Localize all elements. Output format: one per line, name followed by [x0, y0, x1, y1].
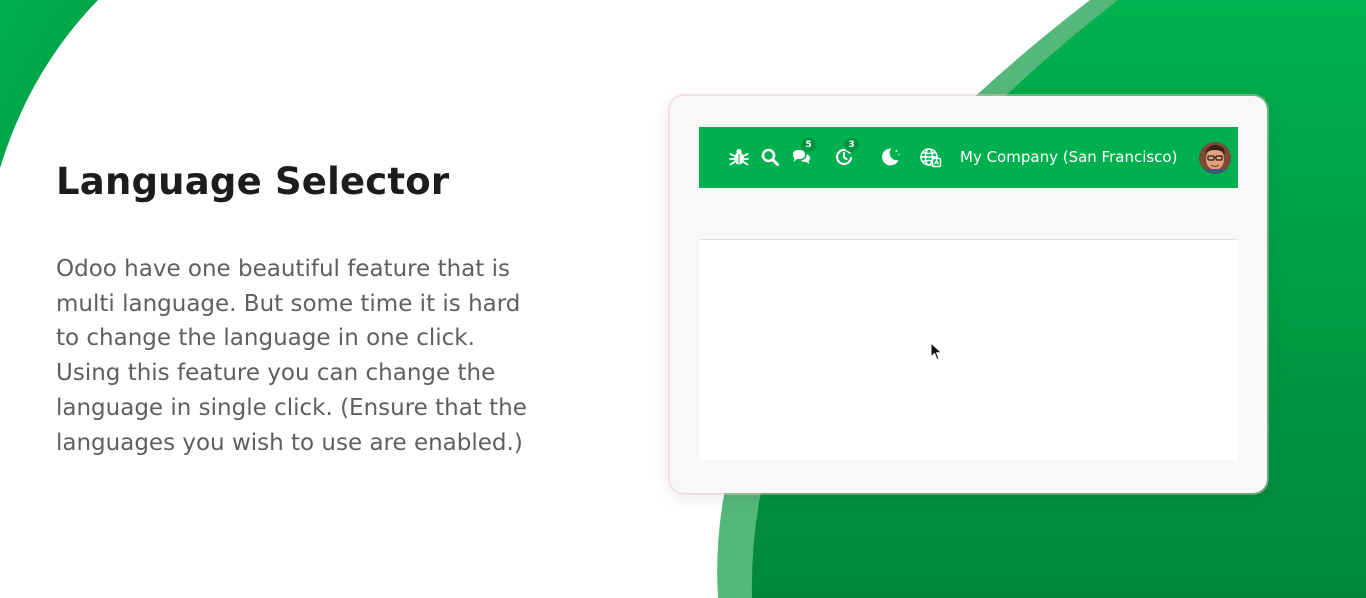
mouse-pointer-icon: [930, 342, 943, 361]
bug-icon: [729, 148, 749, 166]
avatar-image: [1199, 142, 1231, 174]
description-line: languages you wish to use are enabled.): [56, 429, 523, 456]
page-title: Language Selector: [56, 160, 450, 203]
control-panel: [699, 188, 1238, 240]
language-globe-icon: [920, 148, 942, 168]
search-button[interactable]: [758, 145, 782, 169]
description-line: language in single click. (Ensure that t…: [56, 394, 527, 421]
odoo-navbar: 5 3 My Company (San Francisco): [699, 127, 1238, 188]
dark-mode-toggle[interactable]: [878, 145, 902, 169]
description-line: Odoo have one beautiful feature that is: [56, 256, 510, 282]
language-selector-button[interactable]: [918, 145, 942, 169]
promo-slide: Language Selector Odoo have one beautifu…: [0, 0, 1366, 598]
description-line: Using this feature you can change the: [56, 360, 496, 387]
main-content: [699, 240, 1238, 460]
description-line: to change the language in one click.: [56, 325, 475, 352]
search-icon: [761, 148, 779, 166]
description-line: multi language. But some time it is hard: [56, 290, 521, 317]
activities-badge: 3: [844, 138, 859, 152]
dark-mode-moon-icon: [882, 148, 900, 166]
debug-button[interactable]: [727, 145, 751, 169]
activities-button[interactable]: 3: [832, 138, 859, 169]
messages-badge: 5: [801, 138, 816, 152]
company-switcher[interactable]: My Company (San Francisco): [960, 127, 1177, 188]
user-avatar[interactable]: [1199, 142, 1231, 174]
messages-button[interactable]: 5: [789, 138, 816, 169]
feature-description: Odoo have one beautiful feature that is …: [56, 252, 596, 460]
screenshot-card: 5 3 My Company (San Francisco): [670, 96, 1267, 493]
